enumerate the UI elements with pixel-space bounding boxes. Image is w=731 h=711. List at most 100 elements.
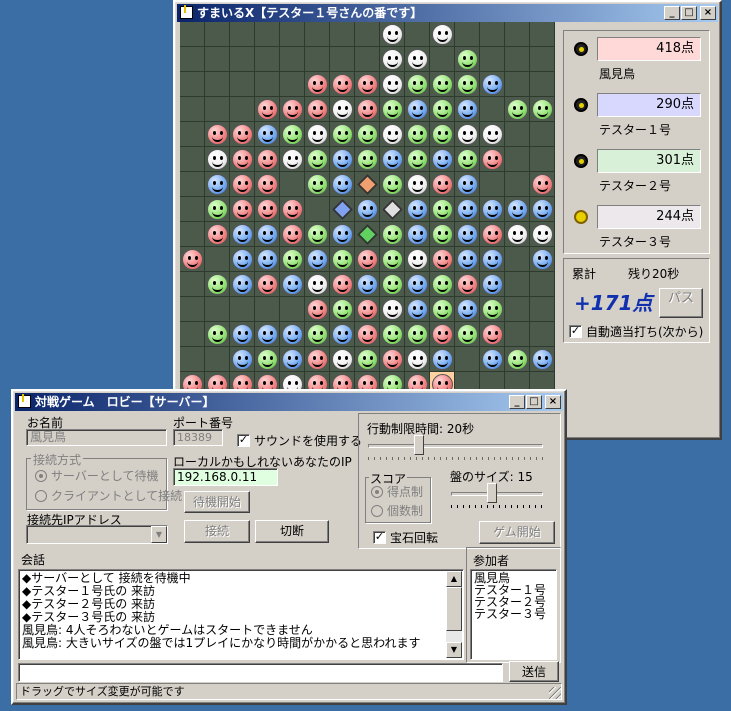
blue-smiley-icon[interactable] <box>407 199 428 220</box>
board-cell[interactable] <box>380 172 405 197</box>
board-cell[interactable] <box>180 247 205 272</box>
blue-smiley-icon[interactable] <box>457 174 478 195</box>
board-cell[interactable] <box>430 322 455 347</box>
board-cell[interactable] <box>530 22 555 47</box>
gem-rotate-checkbox[interactable]: ✓ 宝石回転 <box>373 529 438 546</box>
blue-smiley-icon[interactable] <box>332 149 353 170</box>
blue-smiley-icon[interactable] <box>457 99 478 120</box>
blue-smiley-icon[interactable] <box>457 199 478 220</box>
green-smiley-icon[interactable] <box>207 199 228 220</box>
board-cell[interactable] <box>305 197 330 222</box>
board-cell[interactable] <box>405 97 430 122</box>
blue-smiley-icon[interactable] <box>482 199 503 220</box>
red-smiley-icon[interactable] <box>307 349 328 370</box>
board-cell[interactable] <box>255 22 280 47</box>
board-cell[interactable] <box>380 197 405 222</box>
green-smiley-icon[interactable] <box>307 324 328 345</box>
red-smiley-icon[interactable] <box>307 299 328 320</box>
blue-smiley-icon[interactable] <box>532 199 553 220</box>
board-cell[interactable] <box>205 197 230 222</box>
scroll-thumb[interactable] <box>446 587 462 631</box>
white-smiley-icon[interactable] <box>532 224 553 245</box>
board-cell[interactable] <box>255 297 280 322</box>
board-cell[interactable] <box>230 297 255 322</box>
board-cell[interactable] <box>180 122 205 147</box>
board-cell[interactable] <box>505 97 530 122</box>
blue-smiley-icon[interactable] <box>532 249 553 270</box>
board-cell[interactable] <box>405 272 430 297</box>
green-smiley-icon[interactable] <box>332 124 353 145</box>
board-cell[interactable] <box>430 122 455 147</box>
green-smiley-icon[interactable] <box>407 149 428 170</box>
board-cell[interactable] <box>355 72 380 97</box>
green-smiley-icon[interactable] <box>382 324 403 345</box>
board-cell[interactable] <box>455 247 480 272</box>
board-cell[interactable] <box>530 297 555 322</box>
white-smiley-icon[interactable] <box>407 349 428 370</box>
board-cell[interactable] <box>405 147 430 172</box>
board-cell[interactable] <box>230 72 255 97</box>
board-cell[interactable] <box>355 247 380 272</box>
red-smiley-icon[interactable] <box>232 174 253 195</box>
board-cell[interactable] <box>305 297 330 322</box>
red-smiley-icon[interactable] <box>457 274 478 295</box>
red-smiley-icon[interactable] <box>307 99 328 120</box>
board-cell[interactable] <box>230 122 255 147</box>
board-cell[interactable] <box>355 347 380 372</box>
blue-smiley-icon[interactable] <box>282 274 303 295</box>
white-smiley-icon[interactable] <box>332 349 353 370</box>
board-cell[interactable] <box>530 122 555 147</box>
board-cell[interactable] <box>180 147 205 172</box>
blue-smiley-icon[interactable] <box>482 274 503 295</box>
board-cell[interactable] <box>330 297 355 322</box>
board-cell[interactable] <box>280 197 305 222</box>
board-cell[interactable] <box>205 222 230 247</box>
red-smiley-icon[interactable] <box>232 199 253 220</box>
wait-start-button[interactable]: 待機開始 <box>184 491 250 513</box>
red-smiley-icon[interactable] <box>482 324 503 345</box>
green-smiley-icon[interactable] <box>507 99 528 120</box>
green-smiley-icon[interactable] <box>207 324 228 345</box>
red-smiley-icon[interactable] <box>207 124 228 145</box>
blue-smiley-icon[interactable] <box>357 274 378 295</box>
board-cell[interactable] <box>455 72 480 97</box>
board-cell[interactable] <box>355 22 380 47</box>
blue-smiley-icon[interactable] <box>282 349 303 370</box>
blue-smiley-icon[interactable] <box>232 324 253 345</box>
chat-input[interactable] <box>18 663 503 682</box>
board-cell[interactable] <box>405 22 430 47</box>
green-smiley-icon[interactable] <box>432 74 453 95</box>
board-cell[interactable] <box>480 347 505 372</box>
board-cell[interactable] <box>480 147 505 172</box>
board-cell[interactable] <box>180 197 205 222</box>
server-radio[interactable]: サーバーとして待機 <box>35 467 159 484</box>
green-smiley-icon[interactable] <box>382 274 403 295</box>
board-cell[interactable] <box>230 97 255 122</box>
board-cell[interactable] <box>430 272 455 297</box>
board-cell[interactable] <box>430 72 455 97</box>
board-cell[interactable] <box>355 147 380 172</box>
red-smiley-icon[interactable] <box>232 124 253 145</box>
green-smiley-icon[interactable] <box>307 149 328 170</box>
board-cell[interactable] <box>505 322 530 347</box>
board-cell[interactable] <box>330 172 355 197</box>
board-cell[interactable] <box>455 297 480 322</box>
board-cell[interactable] <box>230 172 255 197</box>
board-cell[interactable] <box>280 247 305 272</box>
green-smiley-icon[interactable] <box>207 274 228 295</box>
board-cell[interactable] <box>380 247 405 272</box>
green-smiley-icon[interactable] <box>407 74 428 95</box>
board-cell[interactable] <box>305 247 330 272</box>
gem-rotate-check[interactable]: ✓ <box>373 531 386 544</box>
board-cell[interactable] <box>405 172 430 197</box>
minimize-button[interactable]: _ <box>664 6 680 20</box>
board-cell[interactable] <box>355 222 380 247</box>
red-smiley-icon[interactable] <box>432 174 453 195</box>
board-cell[interactable] <box>330 47 355 72</box>
blue-smiley-icon[interactable] <box>532 349 553 370</box>
blue-smiley-icon[interactable] <box>332 224 353 245</box>
blue-smiley-icon[interactable] <box>432 349 453 370</box>
board-cell[interactable] <box>205 297 230 322</box>
board-cell[interactable] <box>230 347 255 372</box>
board-cell[interactable] <box>255 97 280 122</box>
